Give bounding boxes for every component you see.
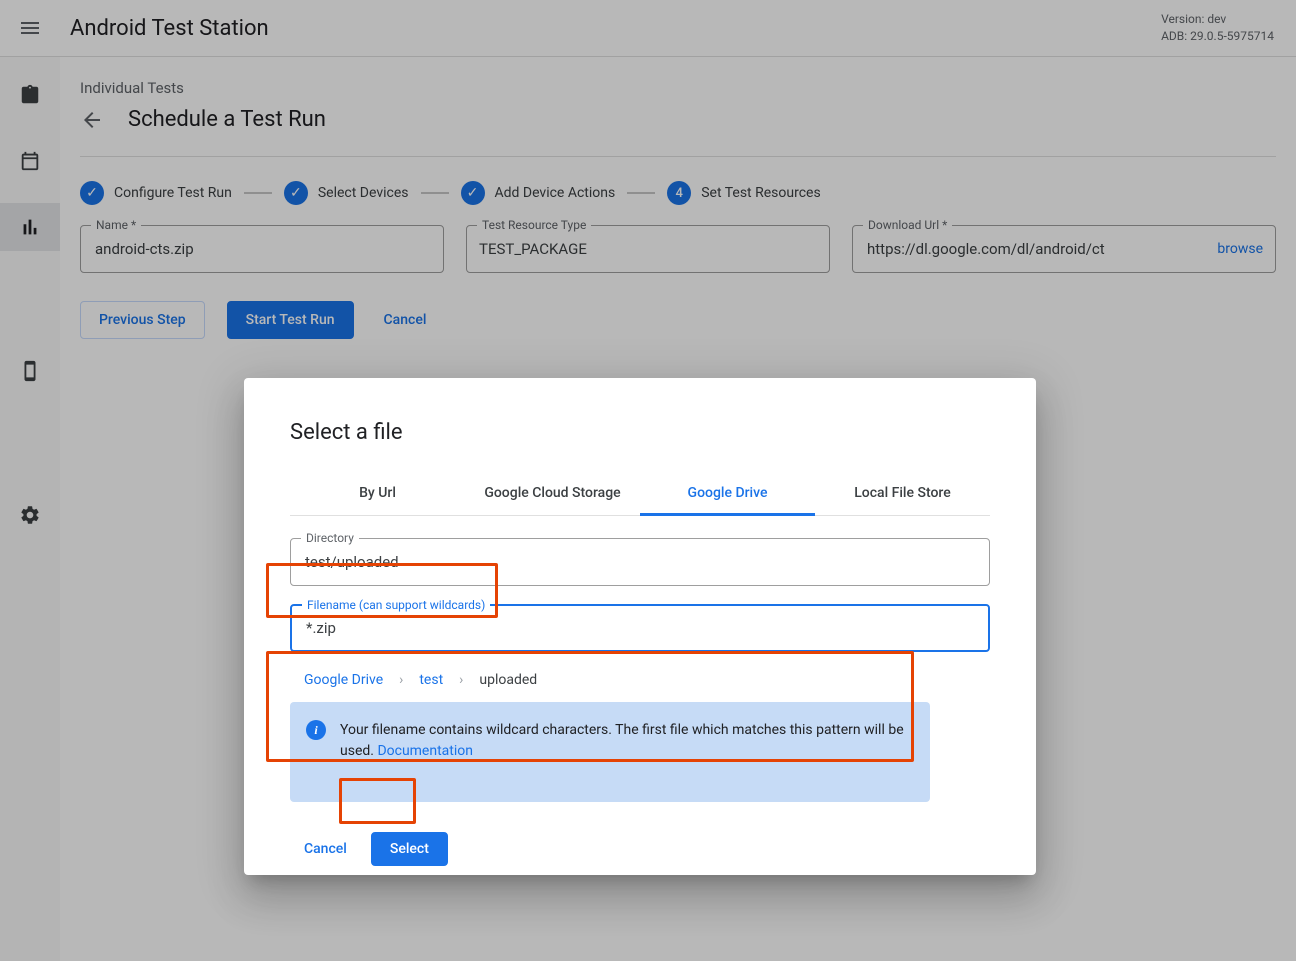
info-icon: i <box>306 720 326 740</box>
directory-field[interactable]: Directory <box>290 538 990 586</box>
dialog-cancel-button[interactable]: Cancel <box>290 833 361 865</box>
breadcrumb-root[interactable]: Google Drive <box>304 672 383 688</box>
tab-gcs[interactable]: Google Cloud Storage <box>465 471 640 515</box>
tab-local-store[interactable]: Local File Store <box>815 471 990 515</box>
select-file-dialog: Select a file By Url Google Cloud Storag… <box>244 378 1036 875</box>
chevron-right-icon: › <box>459 672 463 688</box>
info-banner: i Your filename contains wildcard charac… <box>290 702 930 802</box>
breadcrumb-test[interactable]: test <box>419 672 443 688</box>
filename-label: Filename (can support wildcards) <box>302 598 490 612</box>
documentation-link[interactable]: Documentation <box>377 743 473 759</box>
chevron-right-icon: › <box>399 672 403 688</box>
dialog-title: Select a file <box>290 420 990 445</box>
filename-field[interactable]: Filename (can support wildcards) <box>290 604 990 652</box>
tab-by-url[interactable]: By Url <box>290 471 465 515</box>
breadcrumb-uploaded: uploaded <box>479 672 537 688</box>
directory-label: Directory <box>301 531 359 545</box>
drive-breadcrumbs: Google Drive › test › uploaded <box>290 670 990 702</box>
dialog-select-button[interactable]: Select <box>371 832 448 866</box>
tab-google-drive[interactable]: Google Drive <box>640 471 815 515</box>
directory-input[interactable] <box>303 552 977 572</box>
dialog-tabs: By Url Google Cloud Storage Google Drive… <box>290 471 990 516</box>
filename-input[interactable] <box>304 618 976 638</box>
